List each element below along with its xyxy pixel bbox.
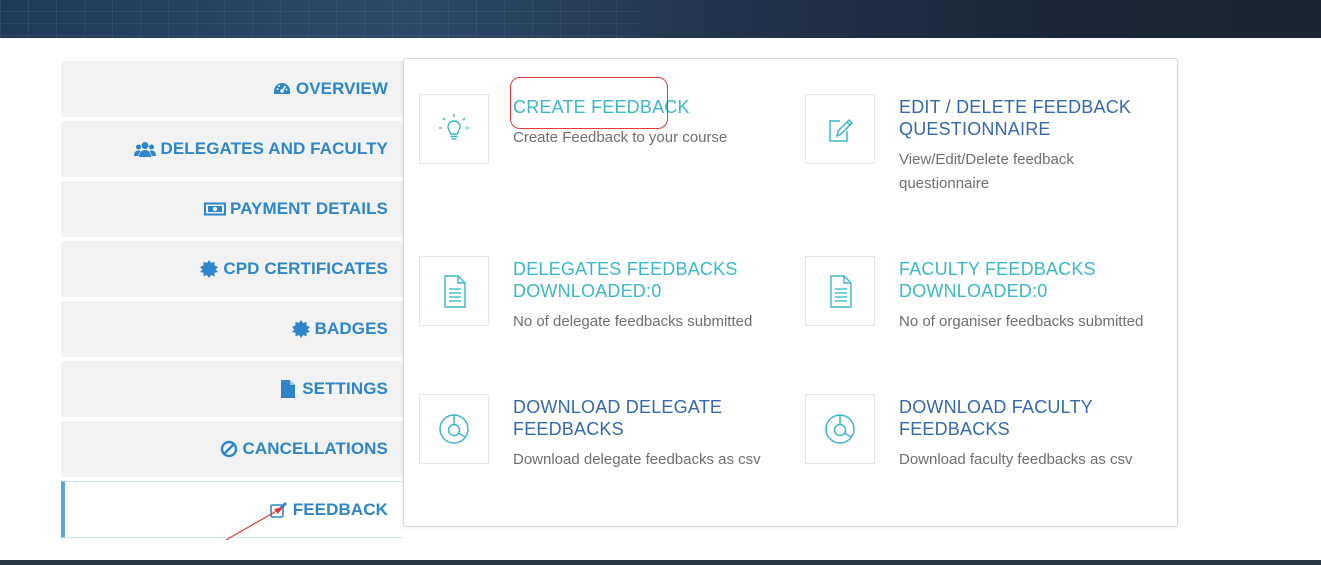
delegates-feedbacks-card: DELEGATES FEEDBACKS DOWNLOADED:0 No of d… [419, 256, 789, 386]
delegates-feedbacks-downloaded[interactable]: DELEGATES FEEDBACKS DOWNLOADED:0 [513, 258, 773, 302]
download-faculty-feedbacks-link[interactable]: DOWNLOAD FACULTY FEEDBACKS [899, 396, 1159, 440]
sidebar-item-label: DELEGATES AND FACULTY [160, 139, 388, 158]
annotation-highlight [510, 77, 668, 129]
sidebar-item-label: BADGES [314, 319, 388, 338]
card-description: No of delegate feedbacks submitted [513, 313, 753, 330]
edit-delete-questionnaire-link[interactable]: EDIT / DELETE FEEDBACK QUESTIONNAIRE [899, 96, 1159, 140]
sidebar-item-label: SETTINGS [302, 379, 388, 398]
document-icon [419, 256, 489, 326]
card-description: Create Feedback to your course [513, 129, 728, 146]
banner-pattern [0, 0, 640, 38]
edit-document-icon [805, 94, 875, 164]
card-description: No of organiser feedbacks submitted [899, 313, 1144, 330]
top-banner [0, 0, 1321, 38]
download-faculty-feedbacks-card: DOWNLOAD FACULTY FEEDBACKS Download facu… [805, 394, 1175, 524]
bottom-bar [0, 560, 1321, 565]
download-delegate-feedbacks-card: DOWNLOAD DELEGATE FEEDBACKS Download del… [419, 394, 789, 524]
document-icon [805, 256, 875, 326]
sidebar-nav: OVERVIEW DELEGATES AND FACULTY PAYMENT D… [61, 61, 404, 542]
sidebar-item-cancellations[interactable]: CANCELLATIONS [61, 421, 404, 477]
sidebar-item-label: PAYMENT DETAILS [230, 199, 388, 218]
edit-delete-questionnaire-card: EDIT / DELETE FEEDBACK QUESTIONNAIRE Vie… [805, 94, 1175, 224]
users-icon [134, 140, 157, 158]
sidebar-item-label: CANCELLATIONS [242, 439, 388, 458]
sidebar-item-overview[interactable]: OVERVIEW [61, 61, 404, 117]
certificate-icon [291, 320, 311, 338]
sidebar-item-cpd-certificates[interactable]: CPD CERTIFICATES [61, 241, 404, 297]
sidebar-item-label: OVERVIEW [295, 79, 388, 98]
faculty-feedbacks-card: FACULTY FEEDBACKS DOWNLOADED:0 No of org… [805, 256, 1175, 386]
sidebar-item-settings[interactable]: SETTINGS [61, 361, 404, 417]
file-icon [278, 380, 298, 398]
faculty-feedbacks-downloaded[interactable]: FACULTY FEEDBACKS DOWNLOADED:0 [899, 258, 1159, 302]
sidebar-item-label: FEEDBACK [292, 499, 388, 519]
sidebar-item-payment-details[interactable]: PAYMENT DETAILS [61, 181, 404, 237]
card-description: Download faculty feedbacks as csv [899, 451, 1133, 468]
pie-chart-icon [805, 394, 875, 464]
annotation-arrow [225, 507, 283, 541]
ban-icon [219, 440, 239, 458]
money-icon [204, 200, 227, 218]
dashboard-icon [272, 80, 292, 98]
sidebar-item-label: CPD CERTIFICATES [223, 259, 388, 278]
card-description: Download delegate feedbacks as csv [513, 451, 761, 468]
download-delegate-feedbacks-link[interactable]: DOWNLOAD DELEGATE FEEDBACKS [513, 396, 773, 440]
card-description: View/Edit/Delete feedback questionnaire [899, 151, 1074, 192]
sidebar-item-badges[interactable]: BADGES [61, 301, 404, 357]
pie-chart-icon [419, 394, 489, 464]
certificate-icon [199, 260, 219, 278]
sidebar-item-delegates-and-faculty[interactable]: DELEGATES AND FACULTY [61, 121, 404, 177]
lightbulb-icon [419, 94, 489, 164]
